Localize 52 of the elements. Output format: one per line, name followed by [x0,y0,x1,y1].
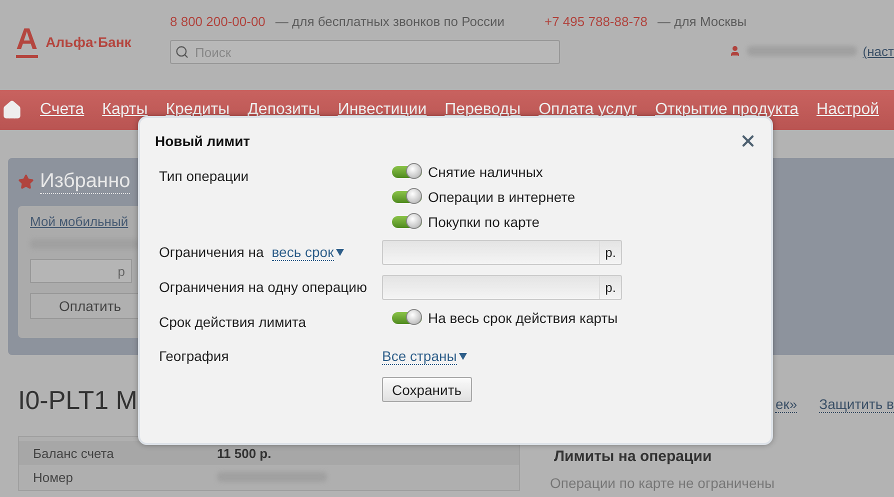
logo-text: Альфа·Банк [46,34,132,50]
field-label: Ограничения на [159,244,264,260]
row-label: Номер [33,470,74,484]
nav-link[interactable]: Депозиты [248,101,320,119]
amount-field[interactable]: р [30,259,132,283]
nav-link[interactable]: Кредиты [166,101,230,119]
dialog-title: Новый лимит [155,133,250,149]
toggle-switch[interactable] [392,216,422,228]
phone-number: 8 800 200-00-00 [170,14,266,28]
nav-link[interactable]: Карты [102,101,148,119]
field-label: Ограничения на одну операцию [159,279,367,295]
caret-icon [336,249,344,256]
toggle-label: Покупки по карте [428,214,540,230]
nav-link[interactable]: Настрой [816,101,880,119]
favorites-title[interactable]: Избранно [40,170,130,194]
nav-link[interactable]: Счета [40,101,84,119]
toggle-switch[interactable] [392,312,422,324]
row-value: 11 500 р. [217,446,272,460]
toggle-switch[interactable] [392,191,422,203]
caret-icon [458,353,467,360]
field-label: Тип операции [159,168,249,184]
save-button[interactable]: Сохранить [382,377,472,402]
amount-field[interactable]: р. [382,240,622,265]
account-link[interactable]: ек» [775,396,798,413]
home-icon[interactable] [2,100,22,120]
limits-title: Лимиты на операции [554,448,713,465]
account-link[interactable]: Защитить в [819,396,894,413]
phone-note: — для Москвы [658,14,747,28]
field-label: Срок действия лимита [159,314,306,330]
toggle-label: На весь срок действия карты [428,310,618,326]
currency-label: р. [599,276,621,299]
row-label: Баланс счета [33,446,115,460]
limits-text: Операции по карте не ограничены [550,475,775,491]
user-icon [728,45,741,57]
settings-link[interactable]: (наст [862,44,894,58]
account-title: I0-PLT1 M [18,385,138,416]
currency-label: р [118,264,125,278]
phone-note: — для бесплатных звонков по России [275,14,504,28]
toggle-label: Операции в интернете [428,189,576,205]
search-icon [175,45,189,59]
favorite-link[interactable]: Мой мобильный [30,214,132,229]
star-icon [18,174,34,190]
nav-link[interactable]: Открытие продукта [655,101,799,119]
nav-link[interactable]: Переводы [444,101,521,119]
currency-label: р. [599,241,621,264]
toggle-label: Снятие наличных [428,164,543,180]
nav-link[interactable]: Инвестиции [338,101,427,119]
amount-field[interactable]: р. [382,275,622,300]
logo-mark: А [16,26,38,58]
toggle-switch[interactable] [392,166,422,178]
phone-number: +7 495 788-88-78 [544,14,648,28]
field-label: География [159,348,229,364]
